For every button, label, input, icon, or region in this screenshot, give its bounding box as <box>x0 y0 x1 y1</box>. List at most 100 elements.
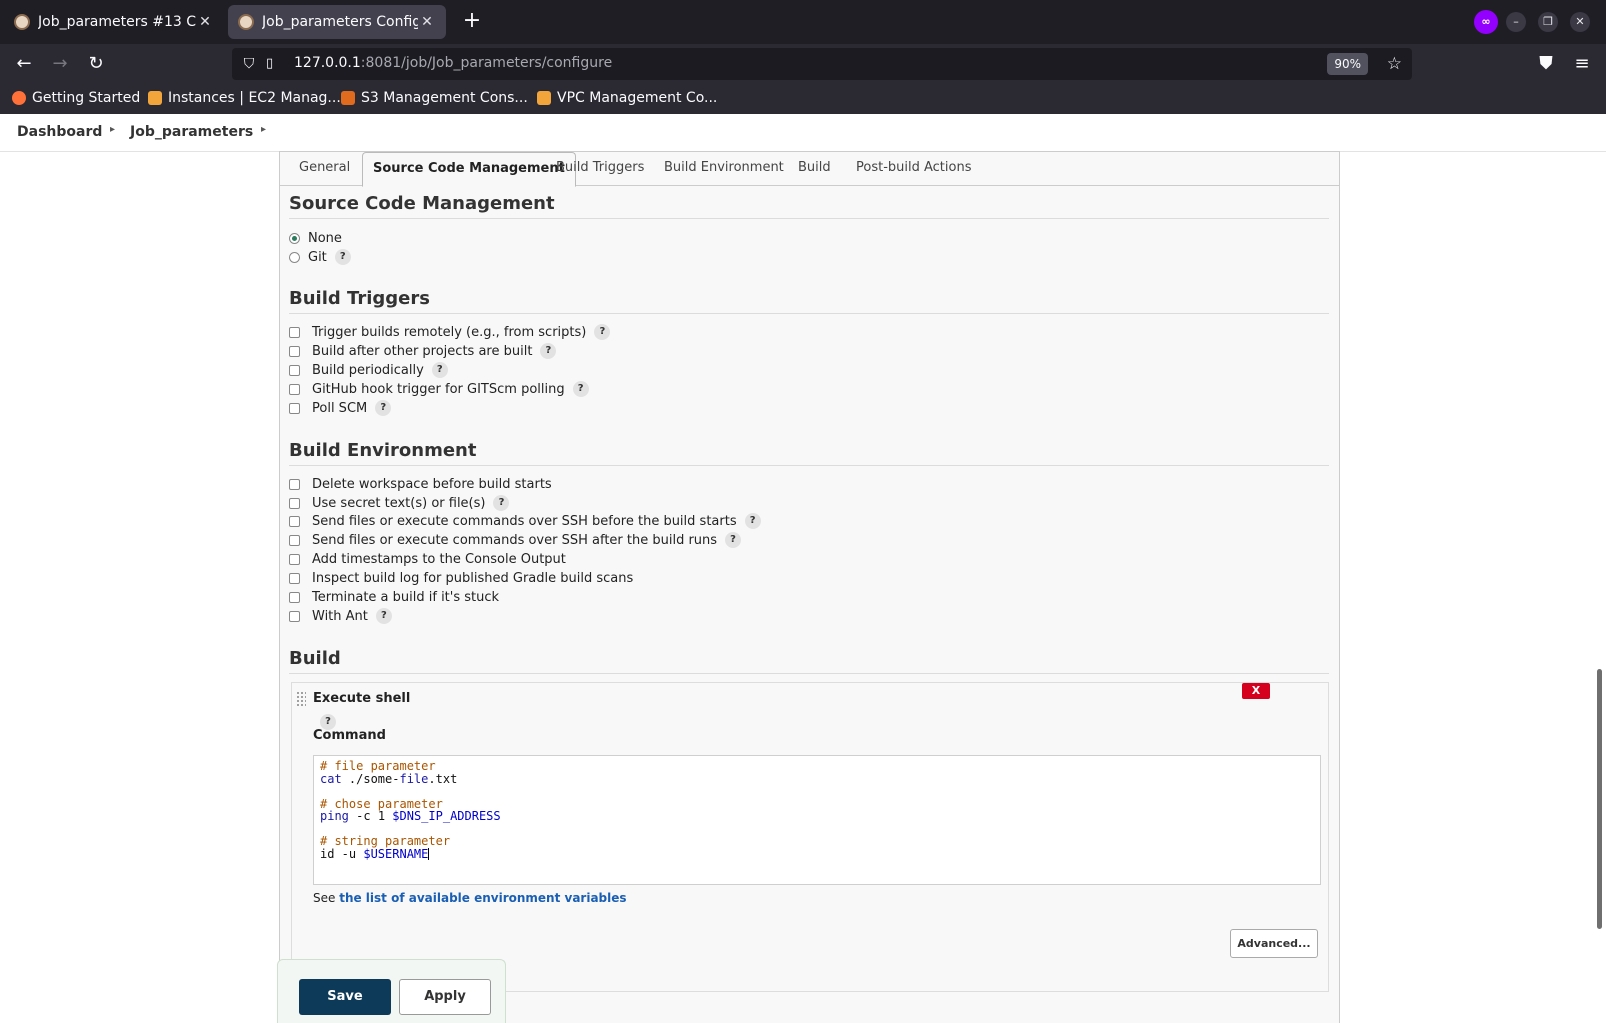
checkbox[interactable] <box>289 478 300 490</box>
help-icon[interactable]: ? <box>375 608 392 624</box>
trigger-item[interactable]: Build after other projects are built? <box>289 342 557 360</box>
restore-icon[interactable]: ❐ <box>1538 12 1558 32</box>
menu-icon[interactable]: ≡ <box>1570 52 1594 76</box>
bookmark-item[interactable]: Instances | EC2 Manag... <box>148 90 341 106</box>
browser-tab-1[interactable]: Job_parameters #13 Con ✕ <box>4 5 224 39</box>
delete-step-button[interactable]: X <box>1242 683 1270 699</box>
url-bar[interactable]: ⛉ ▯ 127.0.0.1:8081/job/Job_parameters/co… <box>232 48 1412 80</box>
scm-option-git[interactable]: Git ? <box>289 248 351 266</box>
bookmark-star-icon[interactable]: ☆ <box>1387 53 1402 75</box>
breadcrumb-separator-icon[interactable]: ▸ <box>110 124 115 135</box>
page-icon: ▯ <box>266 56 274 71</box>
tab-build-environment[interactable]: Build Environment <box>664 160 784 175</box>
env-item[interactable]: Use secret text(s) or file(s)? <box>289 494 510 512</box>
page-scrollbar[interactable] <box>1597 669 1602 929</box>
code-line: ping -c 1 $DNS_IP_ADDRESS <box>320 810 1314 823</box>
code-variable: $USERNAME <box>363 846 429 861</box>
env-item[interactable]: Delete workspace before build starts <box>289 475 552 493</box>
zoom-level[interactable]: 90% <box>1327 53 1368 75</box>
aws-ec2-icon <box>148 91 162 105</box>
checkbox[interactable] <box>289 345 300 357</box>
step-help: ? <box>320 709 336 730</box>
radio-git[interactable] <box>289 251 300 263</box>
checkbox[interactable] <box>289 364 300 376</box>
window-close-icon[interactable]: ✕ <box>1570 12 1590 32</box>
help-icon[interactable]: ? <box>594 324 611 340</box>
checkbox[interactable] <box>289 610 300 622</box>
trigger-item[interactable]: Build periodically? <box>289 361 448 379</box>
section-divider <box>289 465 1329 466</box>
env-vars-link[interactable]: the list of available environment variab… <box>339 891 626 905</box>
save-bar: Save Apply <box>277 959 506 1023</box>
trigger-item[interactable]: Poll SCM? <box>289 399 392 417</box>
breadcrumb-separator-icon[interactable]: ▸ <box>261 124 266 135</box>
drag-handle-icon[interactable] <box>296 691 306 707</box>
reload-icon[interactable]: ↻ <box>84 52 108 76</box>
help-icon[interactable]: ? <box>431 362 448 378</box>
url-text[interactable]: 127.0.0.1:8081/job/Job_parameters/config… <box>294 55 612 71</box>
help-icon[interactable]: ? <box>572 381 589 397</box>
bookmark-item[interactable]: S3 Management Cons... <box>341 90 528 106</box>
checkbox[interactable] <box>289 572 300 584</box>
pocket-icon[interactable]: ⛊ <box>1534 52 1558 76</box>
env-item[interactable]: Inspect build log for published Gradle b… <box>289 569 633 587</box>
tab-source-code-management[interactable]: Source Code Management <box>362 152 576 187</box>
help-icon[interactable]: ? <box>334 249 351 265</box>
radio-none[interactable] <box>289 232 300 244</box>
scm-section-title: Source Code Management <box>289 193 555 214</box>
help-icon[interactable]: ? <box>375 400 392 416</box>
trigger-item[interactable]: GitHub hook trigger for GITScm polling? <box>289 380 589 398</box>
checkbox[interactable] <box>289 326 300 338</box>
env-item[interactable]: Send files or execute commands over SSH … <box>289 512 761 530</box>
tab-post-build-actions[interactable]: Post-build Actions <box>856 160 971 175</box>
env-item[interactable]: Terminate a build if it's stuck <box>289 588 499 606</box>
bookmark-item[interactable]: VPC Management Co... <box>537 90 717 106</box>
tab-build[interactable]: Build <box>798 160 831 175</box>
breadcrumb-dashboard[interactable]: Dashboard <box>17 124 102 140</box>
help-icon[interactable]: ? <box>725 532 742 548</box>
minimize-icon[interactable]: – <box>1506 12 1526 32</box>
scm-option-none[interactable]: None <box>289 229 342 247</box>
checkbox[interactable] <box>289 497 300 509</box>
bookmark-label: S3 Management Cons... <box>361 90 528 106</box>
apply-button[interactable]: Apply <box>399 979 491 1015</box>
checkbox[interactable] <box>289 383 300 395</box>
forward-icon[interactable]: → <box>48 52 72 76</box>
bookmark-item[interactable]: Getting Started <box>12 90 140 106</box>
close-tab-icon[interactable]: ✕ <box>196 14 214 30</box>
tab-general[interactable]: General <box>299 160 350 175</box>
trigger-item[interactable]: Trigger builds remotely (e.g., from scri… <box>289 323 611 341</box>
env-label: Send files or execute commands over SSH … <box>312 513 737 529</box>
bookmarks-bar: Getting Started Instances | EC2 Manag...… <box>0 84 1606 114</box>
checkbox[interactable] <box>289 553 300 565</box>
back-icon[interactable]: ← <box>12 52 36 76</box>
help-icon[interactable]: ? <box>493 495 510 511</box>
trigger-label: GitHub hook trigger for GITScm polling <box>312 381 565 397</box>
code-line: id -u $USERNAME <box>320 846 1314 861</box>
env-item[interactable]: Add timestamps to the Console Output <box>289 550 566 568</box>
checkbox[interactable] <box>289 515 300 527</box>
checkbox[interactable] <box>289 402 300 414</box>
tab-build-triggers[interactable]: Build Triggers <box>556 160 644 175</box>
help-icon[interactable]: ? <box>540 343 557 359</box>
checkbox[interactable] <box>289 591 300 603</box>
shield-icon[interactable]: ⛉ <box>240 54 258 74</box>
env-item[interactable]: With Ant? <box>289 607 392 625</box>
breadcrumb-job[interactable]: Job_parameters <box>130 124 253 140</box>
code-text: 1 <box>377 809 393 823</box>
env-item[interactable]: Send files or execute commands over SSH … <box>289 531 742 549</box>
help-icon[interactable]: ? <box>744 513 761 529</box>
env-label: With Ant <box>312 608 368 624</box>
close-tab-icon[interactable]: ✕ <box>418 14 436 30</box>
command-editor[interactable]: # file parameter cat ./some-file.txt # c… <box>313 755 1321 885</box>
browser-tab-2[interactable]: Job_parameters Config [ ✕ <box>228 5 446 39</box>
firefox-icon <box>12 91 26 105</box>
save-button[interactable]: Save <box>299 979 391 1015</box>
new-tab-icon[interactable]: + <box>458 8 486 36</box>
advanced-button[interactable]: Advanced... <box>1230 929 1318 958</box>
env-label: Inspect build log for published Gradle b… <box>312 570 634 586</box>
section-divider <box>289 313 1329 314</box>
checkbox[interactable] <box>289 534 300 546</box>
section-divider <box>289 218 1329 219</box>
